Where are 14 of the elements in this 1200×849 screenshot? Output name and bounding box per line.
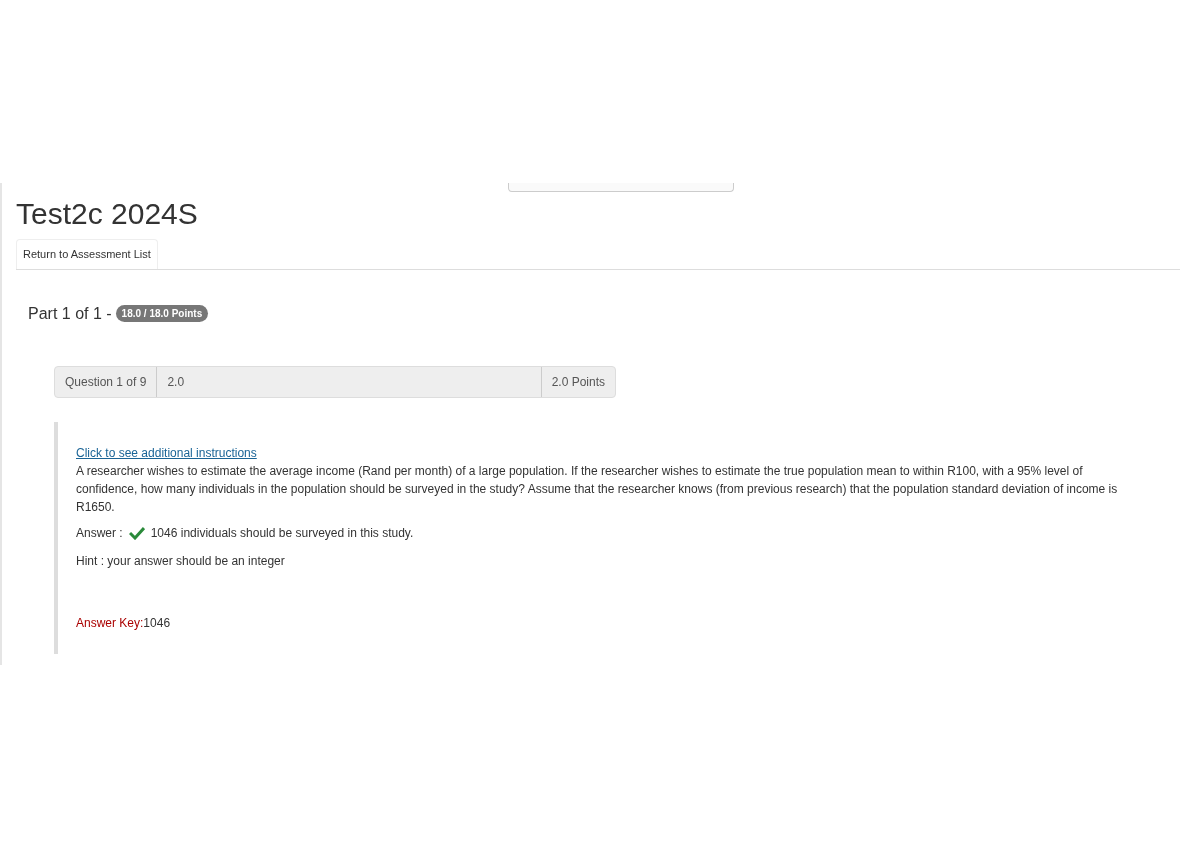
- question-score: 2.0: [166, 373, 186, 391]
- return-link[interactable]: Return to Assessment List: [16, 239, 158, 269]
- answer-key-value: 1046: [143, 614, 171, 632]
- answer-text: 1046 individuals should be surveyed in this study.: [150, 524, 414, 542]
- question-points: 2.0 Points: [540, 366, 615, 397]
- score-badge: 18.0 / 18.0 Points: [115, 305, 209, 322]
- hint-text: Hint : your answer should be an integer: [76, 552, 286, 570]
- instructions-link[interactable]: Click to see additional instructions: [76, 445, 257, 460]
- question-number: Question 1 of 9: [55, 366, 158, 397]
- answer-key-label: Answer Key:: [76, 614, 144, 632]
- page-title: Test2c 2024S: [16, 197, 199, 231]
- part-label: Part 1 of 1 -: [28, 303, 112, 324]
- answer-label: Answer :: [76, 524, 123, 542]
- question-text: A researcher wishes to estimate the average income (Rand per month) of a large population. If the researcher wishes to estimate the true population mean to within R100, with a 95% level of confidence, how many individuals in the population should be surveyed in the study? Assume that the researcher knows (from previous research) that the population standard deviation of income is R1650.: [76, 462, 1119, 516]
